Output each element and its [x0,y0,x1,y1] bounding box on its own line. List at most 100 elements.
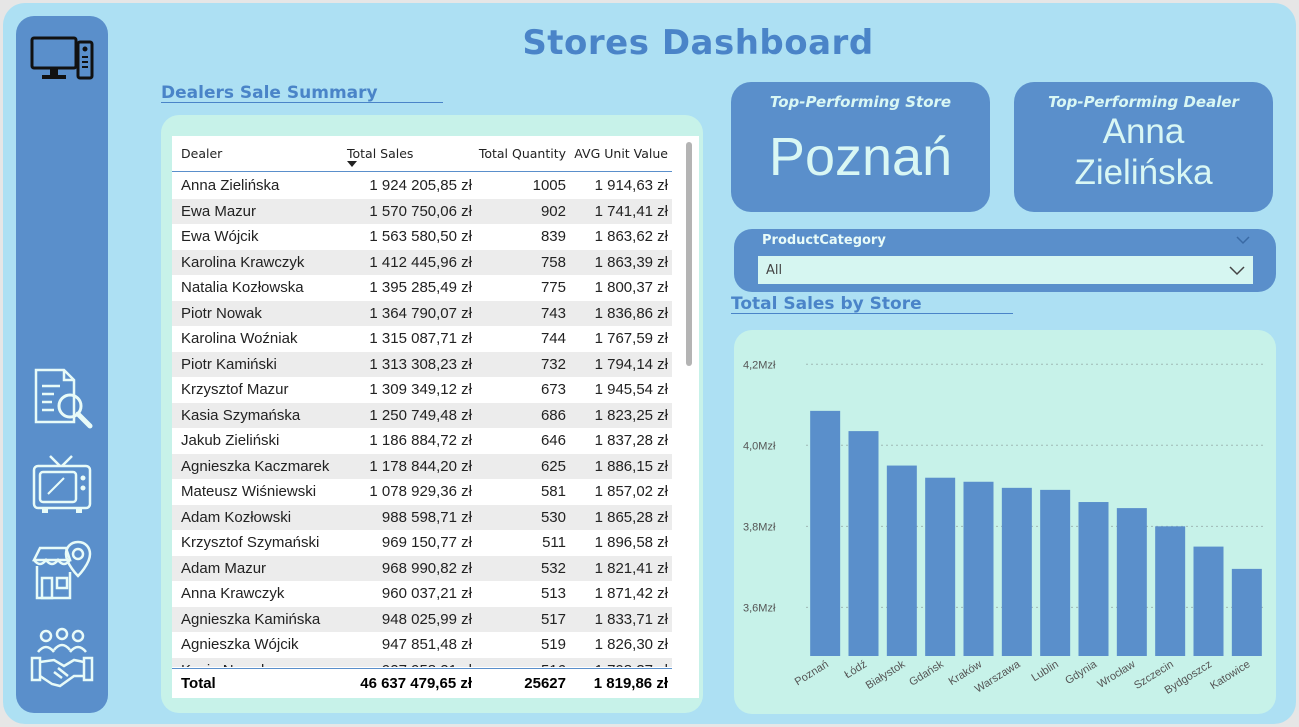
column-header-dealer[interactable]: Dealer [181,146,222,161]
x-tick-label: Poznań [793,658,831,688]
bar [1078,502,1109,656]
team-handshake-icon[interactable] [30,626,94,690]
bar [1155,526,1186,656]
total-quantity-value: 25627 [524,675,566,692]
quantity-cell: 646 [540,432,566,449]
category-dropdown[interactable]: All [758,256,1253,284]
tv-icon[interactable] [30,452,94,516]
table-row[interactable]: Mateusz Wiśniewski 1 078 929,36 zł 581 1 85… [172,479,672,505]
dealer-cell: Piotr Nowak [181,304,262,322]
table-row[interactable]: Anna Zielińska 1 924 205,85 zł 1005 1 914,6… [172,173,672,199]
dealer-cell: Mateusz Wiśniewski [181,483,317,500]
y-tick-label: 3,6Mzł [743,602,776,614]
bar [848,431,879,656]
avg-unit-value-cell: 1 914,63 zł [594,177,668,194]
table-row[interactable]: Krzysztof Mazur 1 309 349,12 zł 673 1 945,5… [172,377,672,403]
dealer-cell: Karolina Krawczyk [181,253,305,271]
quantity-cell: 732 [540,355,566,373]
total-sales-cell: 1 412 445,96 zł [369,253,472,271]
chart-panel: 3,6Mzł 3,8Mzł 4,0Mzł 4,2Mzł Poznań Łódź Białys… [734,330,1276,714]
dealer-cell: Ewa Wójcik [181,228,259,245]
avg-unit-value-cell: 1 826,30 zł [594,636,668,653]
avg-unit-value-cell: 1 863,62 zł [594,228,668,245]
total-sales-cell: 969 150,77 zł [381,534,472,551]
dealer-cell: Agnieszka Kaczmarek [181,457,330,475]
total-sales-cell: 1 315 087,71 zł [369,330,472,347]
total-sales-cell: 1 924 205,85 zł [369,177,472,194]
quantity-cell: 686 [540,406,566,424]
top-store-label: Top-Performing Store [769,93,952,111]
chevron-down-icon[interactable] [1228,263,1246,277]
dealer-cell: Adam Kozłowski [181,508,292,526]
dealer-cell: Krzysztof Mazur [181,381,289,398]
total-sales-cell: 988 598,71 zł [381,508,472,526]
table-row[interactable]: Jakub Zieliński 1 186 884,72 zł 646 1 837,2… [172,428,672,454]
table-row[interactable]: Agnieszka Kamińska 948 025,99 zł 517 1 833,… [172,606,672,632]
x-tick-label: Białystok [864,658,908,692]
x-tick-label: Łódź [842,658,869,681]
avg-unit-value-cell: 1 767,59 zł [594,330,668,347]
column-header-total-sales[interactable]: Total Sales [347,146,413,161]
x-tick-label: Gdańsk [907,658,946,689]
bar [886,465,917,656]
bar [925,477,956,656]
table-scrollbar[interactable] [686,142,692,366]
total-sales-cell: 947 851,48 zł [381,636,472,653]
monitor-remote-icon[interactable] [30,32,94,96]
avg-unit-value-cell: 1 833,71 zł [594,610,668,628]
table-row[interactable]: Anna Krawczyk 960 037,21 zł 513 1 871,42 zł [172,581,672,607]
avg-unit-value-cell: 1 794,14 zł [594,355,668,373]
table-row[interactable]: Karolina Woźniak 1 315 087,71 zł 744 1 767,… [172,326,672,352]
product-category-slicer: ProductCategory All [734,229,1276,292]
table-row[interactable]: Kasia Nowak 927 958,21 zł 516 1 798,37 zł [172,657,672,668]
sort-descending-icon[interactable] [347,161,357,167]
top-store-value: Poznań [768,127,953,187]
dealer-cell: Agnieszka Wójcik [181,636,299,653]
avg-unit-value-cell: 1 865,28 zł [594,508,668,526]
avg-unit-value-cell: 1 871,42 zł [594,585,668,602]
table-row[interactable]: Ewa Mazur 1 570 750,06 zł 902 1 741,41 zł [172,198,672,224]
table-row[interactable]: Natalia Kozłowska 1 395 285,49 zł 775 1 800… [172,275,672,301]
total-sales-cell: 1 570 750,06 zł [369,202,472,220]
report-search-icon[interactable] [30,366,94,430]
table-row[interactable]: Adam Kozłowski 988 598,71 zł 530 1 865,28 z… [172,504,672,530]
dashboard-title: Stores Dashboard [522,23,874,63]
dealer-cell: Kasia Szymańska [181,406,301,424]
x-tick-label: Katowice [1208,658,1252,692]
bar [1231,568,1262,656]
dealer-cell: Ewa Mazur [181,202,257,220]
top-dealer-value-line2: Zielińska [1074,153,1213,192]
column-header-total-quantity[interactable]: Total Quantity [479,146,566,161]
store-location-icon[interactable] [30,538,94,602]
table-row[interactable]: Krzysztof Szymański 969 150,77 zł 511 1 896… [172,530,672,556]
quantity-cell: 839 [540,228,566,245]
table-row[interactable]: Adam Mazur 968 990,82 zł 532 1 821,41 zł [172,555,672,581]
top-store-card: Top-Performing Store Poznań [731,82,990,212]
table-row[interactable]: Piotr Kamiński 1 313 308,23 zł 732 1 794,14… [172,351,672,377]
column-header-avg-unit-value[interactable]: AVG Unit Value [574,146,668,161]
bar [1193,546,1224,656]
bar [810,410,841,656]
table-row[interactable]: Kasia Szymańska 1 250 749,48 zł 686 1 823,2… [172,402,672,428]
avg-unit-value-cell: 1 741,41 zł [594,202,668,220]
dealer-cell: Karolina Woźniak [181,330,298,347]
table-row[interactable]: Agnieszka Wójcik 947 851,48 zł 519 1 826,30… [172,632,672,658]
table-row[interactable]: Agnieszka Kaczmarek 1 178 844,20 zł 625 1 8… [172,453,672,479]
avg-unit-value-cell: 1 800,37 zł [594,279,668,296]
quantity-cell: 517 [540,610,566,628]
total-sales-cell: 1 313 308,23 zł [369,355,472,373]
table-row[interactable]: Ewa Wójcik 1 563 580,50 zł 839 1 863,62 zł [172,224,672,250]
total-sales-cell: 927 958,21 zł [382,662,472,668]
quantity-cell: 744 [540,330,566,347]
table-total-row: Total 46 637 479,65 zł 25627 1 819,86 zł [172,668,672,698]
table-row[interactable]: Piotr Nowak 1 364 790,07 zł 743 1 836,86 zł [172,300,672,326]
total-avg-value: 1 819,86 zł [593,675,668,692]
table-row[interactable]: Karolina Krawczyk 1 412 445,96 zł 758 1 863… [172,249,672,275]
collapse-chevron-icon[interactable] [1236,235,1250,245]
dealers-table[interactable]: Dealer Total Sales Total Quantity AVG Un… [172,136,699,698]
dealer-cell: Kasia Nowak [181,662,269,668]
quantity-cell: 519 [540,636,566,653]
top-dealer-value-line1: Anna [1102,112,1185,151]
quantity-cell: 513 [540,585,566,602]
table-section-title: Dealers Sale Summary [161,83,378,103]
